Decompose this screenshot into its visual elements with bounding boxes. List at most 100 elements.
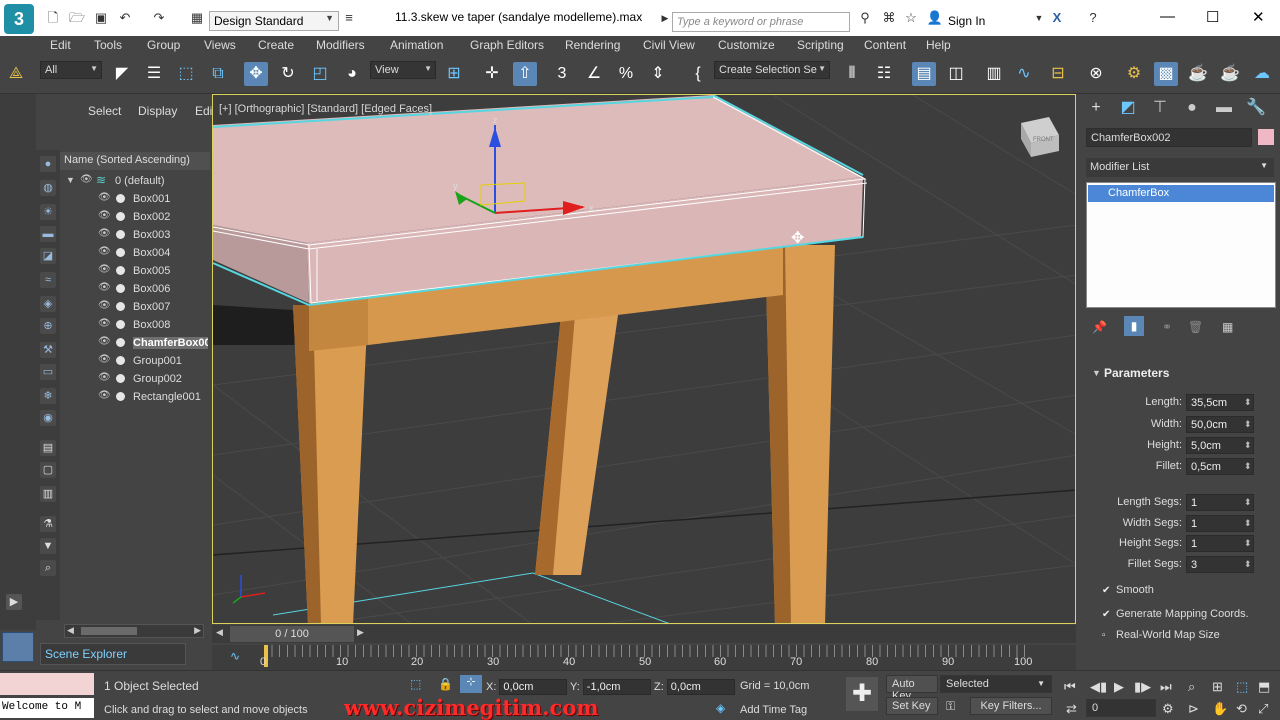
align-icon[interactable]: ☷ [872,62,896,86]
track-bar[interactable]: ∿ 0 10 20 30 40 50 60 70 80 90 100 [212,645,1076,670]
show-end-result-icon[interactable]: ▮ [1124,316,1144,336]
maxscript-mini[interactable]: Welcome to M [0,698,94,718]
previous-frame-icon[interactable]: ◀▮ [1090,679,1107,695]
display-helpers-icon[interactable]: ◪ [40,248,56,264]
new-file-icon[interactable]: 🗋 [44,10,62,26]
snaps-toggle-icon[interactable]: 3 [550,62,574,86]
collapse-panel-icon[interactable]: ▶ [6,594,22,610]
visibility-eye-icon[interactable]: 👁 [98,210,111,222]
key-filters-icon[interactable]: ⚿ [946,699,955,714]
auto-key-button[interactable]: Auto Key [886,675,938,702]
spinner-arrows-icon[interactable]: ⬍ [1244,518,1252,529]
visibility-eye-icon[interactable]: 👁 [98,246,111,258]
window-crossing-icon[interactable]: ⧉ [206,62,230,86]
spinner-arrows-icon[interactable]: ⬍ [1244,440,1252,451]
minimize-icon[interactable]: — [1160,8,1175,25]
render-iterative-icon[interactable]: ☕ [1218,62,1242,86]
time-config-icon[interactable]: ⚙ [1162,701,1174,717]
visibility-eye-icon[interactable]: 👁 [98,336,111,348]
select-and-place-icon[interactable]: ◕ [340,62,364,86]
field-of-view-icon[interactable]: ⊳ [1188,701,1199,717]
utilities-tab-icon[interactable]: 🔧 [1244,96,1268,120]
menu-help[interactable]: Help [926,38,951,52]
scene-explorer-toggle-icon[interactable]: ▤ [912,62,936,86]
add-time-tag[interactable]: Add Time Tag [740,704,807,716]
angle-snap-icon[interactable]: ∠ [582,62,606,86]
spinner-snap-icon[interactable]: ⇕ [646,62,670,86]
layer-explorer-icon[interactable]: ◫ [944,62,968,86]
project-folder-icon[interactable]: ▦ [188,10,206,26]
list-item[interactable]: 👁 Box002 [60,208,208,226]
ribbon-toggle-icon[interactable]: ▥ [982,62,1006,86]
select-and-rotate-icon[interactable]: ↻ [276,62,300,86]
spinner-arrows-icon[interactable]: ⬍ [1244,397,1252,408]
menu-graph-editors[interactable]: Graph Editors [470,38,544,52]
selection-filter-dropdown[interactable]: All ▼ [40,61,102,79]
play-icon[interactable]: ▶ [1114,679,1124,695]
named-selection-dropdown[interactable]: Create Selection Se ▼ [714,61,830,79]
time-prev-icon[interactable]: ◀ [216,627,223,638]
list-item[interactable]: 👁 Box005 [60,262,208,280]
modifier-list-dropdown[interactable]: Modifier List ▼ [1086,158,1274,177]
menu-edit[interactable]: Edit [50,38,71,52]
display-tab-icon[interactable]: ▬ [1212,96,1236,120]
mirror-icon[interactable]: ⫴ [840,62,864,86]
checkbox-empty-icon[interactable]: ▫ [1102,630,1112,641]
visibility-eye-icon[interactable]: 👁 [98,318,111,330]
workspace-dropdown[interactable]: Design Standard ▼ [209,11,339,31]
select-by-name-icon[interactable]: ☰ [142,62,166,86]
list-item[interactable]: 👁 Box008 [60,316,208,334]
exchange-apps-icon[interactable]: X [1048,10,1066,26]
list-item[interactable]: 👁 Box003 [60,226,208,244]
pin-stack-icon[interactable]: 📌 [1092,320,1107,334]
y-field[interactable]: -1,0cm [582,679,651,695]
percent-snap-icon[interactable]: % [614,62,638,86]
modifier-stack-item[interactable]: ChamferBox [1088,185,1274,202]
visibility-eye-icon[interactable]: 👁 [98,390,111,402]
time-next-icon[interactable]: ▶ [357,627,364,638]
viewport-scene[interactable]: z x y ✥ FRONT [213,95,1076,624]
curve-editor-icon[interactable]: ∿ [1012,62,1036,86]
configure-sets-icon[interactable]: ▦ [1222,320,1233,334]
menu-customize[interactable]: Customize [718,38,775,52]
zoom-region-icon[interactable]: ⬒ [1258,679,1270,695]
key-filters-button[interactable]: Key Filters... [970,697,1052,715]
visibility-eye-icon[interactable]: 👁 [98,354,111,366]
sign-in-dropdown-icon[interactable]: ▼ [1030,10,1048,26]
display-shapes-icon[interactable]: ◍ [40,180,56,196]
parameters-rollout-title[interactable]: Parameters [1104,366,1169,380]
manipulate-icon[interactable]: ✛ [480,62,504,86]
schematic-view-icon[interactable]: ⊟ [1046,62,1070,86]
find-icon[interactable]: ⌕ [40,560,56,576]
rectangular-selection-icon[interactable]: ⬚ [174,62,198,86]
list-item[interactable]: 👁 ChamferBox002 [60,334,208,352]
select-all-icon[interactable]: ▤ [40,440,56,456]
time-slider[interactable]: ◀ 0 / 100 ▶ [212,625,1076,643]
go-to-start-icon[interactable]: ⏮ [1064,679,1076,695]
display-groups-icon[interactable]: ◈ [40,296,56,312]
visibility-eye-icon[interactable]: 👁 [98,192,111,204]
collapse-arrow-icon[interactable]: ▼ [66,175,75,185]
display-lights-icon[interactable]: ☀ [40,204,56,220]
scroll-left-icon[interactable]: ◀ [67,625,74,636]
app-logo-icon[interactable]: 3 [4,4,34,34]
maximize-viewport-icon[interactable]: ⤢ [1258,701,1268,717]
spinner-arrows-icon[interactable]: ⬍ [1244,497,1252,508]
create-tab-icon[interactable]: + [1084,96,1108,120]
display-visible-icon[interactable]: ◉ [40,410,56,426]
visibility-eye-icon[interactable]: 👁 [98,264,111,276]
link-icon[interactable]: ⟁ [4,62,28,86]
binoculars-icon[interactable]: ⚲ [856,10,874,26]
maxscript-listener[interactable] [0,673,94,695]
menu-modifiers[interactable]: Modifiers [316,38,365,52]
layer-row[interactable]: ▼ 👁 ≋ 0 (default) [60,172,208,190]
sign-in-link[interactable]: Sign In [948,14,985,28]
zoom-extents-icon[interactable]: ⬚ [1236,679,1248,695]
key-mode-toggle-icon[interactable]: ⇄ [1066,701,1077,717]
display-cameras-icon[interactable]: ▬ [40,226,56,242]
checkbox-option[interactable]: ✔ Generate Mapping Coords. [1102,608,1249,620]
checkbox-option[interactable]: ✔ Smooth [1102,584,1154,596]
redo-icon[interactable]: ↷ [150,10,168,26]
pivot-center-icon[interactable]: ⊞ [442,62,466,86]
curve-editor-mini-icon[interactable]: ∿ [230,649,240,663]
